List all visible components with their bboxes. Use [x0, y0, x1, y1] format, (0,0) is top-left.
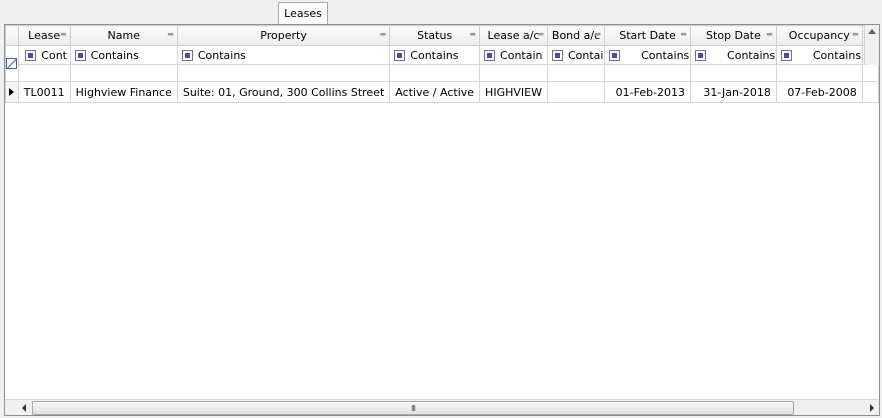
new-row-cell[interactable] [604, 64, 692, 82]
new-row-cell[interactable] [479, 64, 548, 82]
filter-cell-status[interactable]: Contains [389, 45, 481, 65]
column-header-label: Lease a/c [487, 29, 540, 42]
filter-cell-name[interactable]: Contains [69, 45, 178, 65]
filter-operator-icon[interactable] [394, 49, 406, 61]
filter-operator-icon[interactable] [609, 49, 621, 61]
pin-icon[interactable]: ▬ [537, 30, 544, 38]
scroll-up-icon[interactable] [868, 29, 876, 34]
leases-grid[interactable]: Lease ▬ Name ▬ Property ▬ Status ▬ Lease a/c… [4, 24, 880, 416]
new-row-cell[interactable] [861, 64, 879, 82]
filter-text: Contai [567, 48, 604, 62]
filter-operator-icon[interactable] [551, 49, 563, 61]
scroll-right-icon [869, 403, 874, 412]
cell-start-date[interactable]: 01-Feb-2013 [604, 81, 692, 103]
column-header-label: Bond a/c [551, 29, 601, 42]
current-row-arrow-icon [9, 87, 15, 96]
filter-row: Cont Contains Contains Contains Contain … [5, 45, 879, 82]
new-row-cell[interactable] [775, 64, 863, 82]
filter-cell-stop-date[interactable]: Contains [690, 45, 777, 65]
column-header-name[interactable]: Name ▬ [69, 25, 178, 46]
header-corner [5, 25, 19, 46]
horizontal-scrollbar[interactable]: III [5, 399, 879, 415]
new-row-cell[interactable] [176, 64, 391, 82]
filter-cell-lease-ac[interactable]: Contain [479, 45, 548, 65]
new-row-cell[interactable] [17, 64, 71, 82]
leases-table: Lease ▬ Name ▬ Property ▬ Status ▬ Lease a/c… [5, 25, 879, 103]
scrollbar-thumb[interactable]: III [32, 401, 794, 415]
pin-icon[interactable]: ▬ [680, 30, 687, 38]
column-header-lease-ac[interactable]: Lease a/c ▬ [479, 25, 548, 46]
pin-icon[interactable]: ▬ [852, 30, 859, 38]
scroll-left-icon [21, 403, 26, 412]
filter-cell-occupancy[interactable]: Contains [775, 45, 863, 65]
scroll-left-button[interactable] [16, 400, 31, 415]
column-header-label: Occupancy [788, 29, 850, 42]
filter-text: Contains [641, 48, 690, 62]
column-header-bond-ac[interactable]: Bond a/c ▬ [546, 25, 606, 46]
filter-text: Contains [197, 48, 247, 62]
row-indicator[interactable] [5, 81, 19, 103]
filter-cell-property[interactable]: Contains [176, 45, 391, 65]
filter-cell-bond-ac[interactable]: Contai [546, 45, 606, 65]
column-header-label: Property [260, 29, 307, 42]
filter-text: Contains [410, 48, 459, 62]
column-header-property[interactable]: Property ▬ [176, 25, 391, 46]
cell-stop-date[interactable]: 31-Jan-2018 [690, 81, 777, 103]
column-header-status[interactable]: Status ▬ [389, 25, 481, 46]
column-header-label: Lease [28, 29, 61, 42]
cell-occupancy[interactable]: 07-Feb-2008 [775, 81, 863, 103]
column-header-label: Status [417, 29, 453, 42]
filter-operator-icon[interactable] [25, 49, 37, 61]
pin-icon[interactable]: ▬ [60, 30, 67, 38]
new-row-cell[interactable] [69, 64, 178, 82]
scroll-right-button[interactable] [864, 400, 879, 415]
pin-icon[interactable]: ▬ [167, 30, 174, 38]
filter-operator-icon[interactable] [695, 49, 707, 61]
filter-text: Contain [500, 48, 543, 62]
column-header-occupancy[interactable]: Occupancy ▬ [775, 25, 863, 46]
cell-property[interactable]: Suite: 01, Ground, 300 Collins Street [176, 81, 391, 103]
filter-cell-start-date[interactable]: Contains [604, 45, 692, 65]
filter-text: Contains [727, 48, 776, 62]
header-row: Lease ▬ Name ▬ Property ▬ Status ▬ Lease a/c… [5, 25, 879, 46]
column-header-label: Start Date [619, 29, 676, 42]
edit-filter-icon[interactable] [6, 57, 18, 69]
pin-icon[interactable]: ▬ [380, 30, 387, 38]
pin-icon[interactable]: ▬ [594, 30, 601, 38]
filter-text: Contains [90, 48, 139, 62]
column-header-label: Stop Date [706, 29, 761, 42]
new-row-cell[interactable] [546, 64, 606, 82]
pin-icon[interactable]: ▬ [469, 30, 476, 38]
pin-icon[interactable]: ▬ [766, 30, 773, 38]
column-header-label: Name [107, 29, 140, 42]
vertical-scrollbar[interactable] [864, 25, 879, 65]
filter-operator-icon[interactable] [484, 49, 496, 61]
column-header-start-date[interactable]: Start Date ▬ [604, 25, 692, 46]
filter-operator-icon[interactable] [780, 49, 792, 61]
new-row [6, 64, 879, 82]
column-header-stop-date[interactable]: Stop Date ▬ [690, 25, 777, 46]
filter-text: Contains [812, 48, 862, 62]
filter-cell-lease[interactable]: Cont [17, 45, 71, 65]
table-row[interactable]: TL0011 Highview Finance Suite: 01, Groun… [5, 81, 879, 103]
filter-operator-icon[interactable] [74, 49, 86, 61]
new-row-cell[interactable] [389, 64, 481, 82]
tab-leases[interactable]: Leases [278, 2, 328, 24]
tab-leases-label: Leases [284, 7, 322, 20]
cell-lease-ac[interactable]: HIGHVIEW [479, 81, 548, 103]
cell-bond-ac[interactable] [546, 81, 606, 103]
filter-text: Cont [41, 48, 67, 62]
filter-operator-icon[interactable] [181, 49, 193, 61]
new-row-cell[interactable] [690, 64, 777, 82]
cell-name[interactable]: Highview Finance [69, 81, 178, 103]
scrollbar-grip: III [410, 403, 416, 413]
cell-status[interactable]: Active / Active [389, 81, 481, 103]
cell-value[interactable] [861, 81, 879, 103]
filter-editor-cell[interactable] [5, 45, 19, 82]
column-header-lease[interactable]: Lease ▬ [17, 25, 71, 46]
cell-lease[interactable]: TL0011 [17, 81, 71, 103]
